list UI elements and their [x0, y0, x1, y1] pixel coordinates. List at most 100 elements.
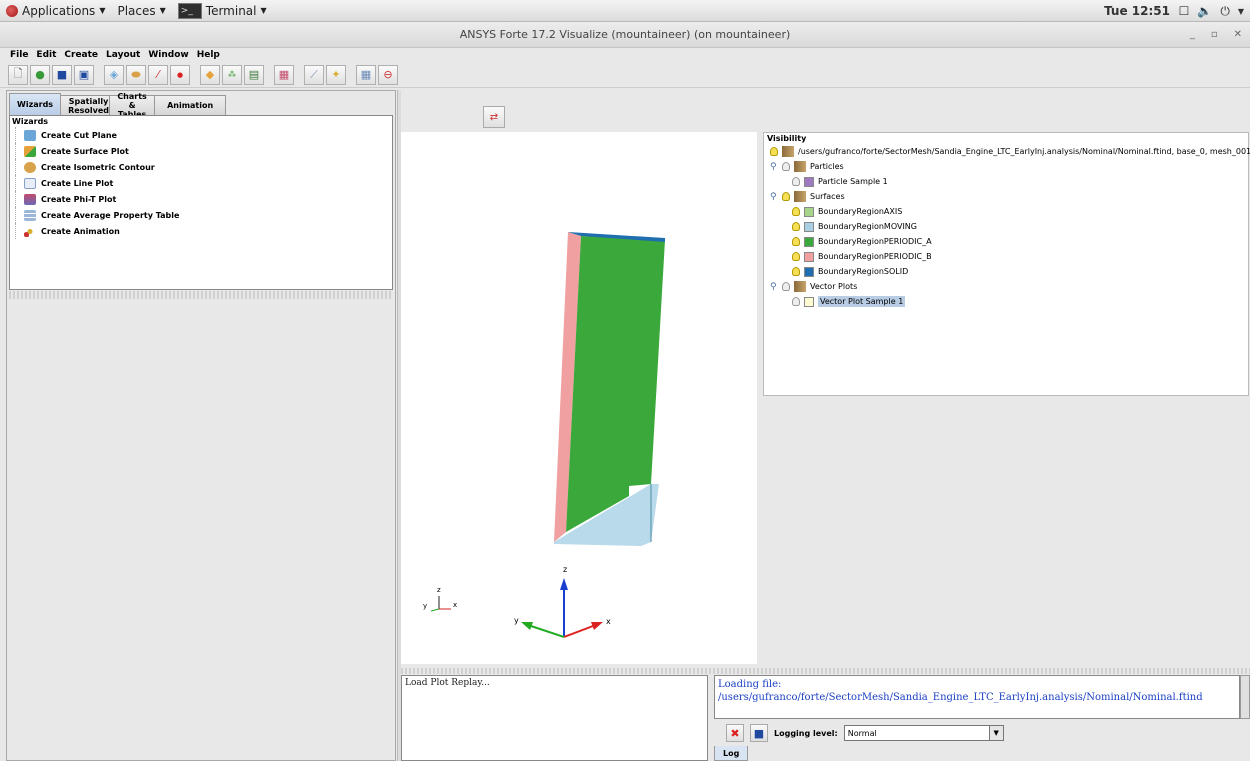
wizard-create-cut-plane[interactable]: Create Cut Plane — [10, 127, 392, 143]
save-button[interactable]: ■ — [52, 64, 72, 85]
cut-plane-button[interactable]: ◈ — [104, 64, 124, 85]
surface-plot-button[interactable]: ◆ — [200, 64, 220, 85]
chevron-down-icon[interactable]: ▼ — [1238, 7, 1244, 16]
terminal-icon: >_ — [177, 2, 202, 19]
lightbulb-icon[interactable] — [792, 252, 800, 261]
menu-create[interactable]: Create — [64, 50, 98, 60]
save-log-button[interactable]: ■ — [750, 724, 768, 742]
delete-table-button[interactable]: ⊖ — [378, 64, 398, 85]
logging-level-select[interactable]: Normal ▼ — [843, 725, 1004, 741]
lightbulb-icon[interactable] — [792, 267, 800, 276]
wizard-label: Create Animation — [41, 226, 120, 236]
menu-help[interactable]: Help — [197, 50, 220, 60]
wizard-create-animation[interactable]: Create Animation — [10, 223, 392, 239]
wizards-list: Wizards Create Cut Plane Create Surface … — [9, 115, 393, 290]
open-file-button[interactable]: ● — [30, 64, 50, 85]
lightbulb-icon[interactable] — [792, 237, 800, 246]
line-plot-button[interactable]: ⟋ — [304, 64, 324, 85]
isometric-contour-icon — [24, 161, 36, 173]
logging-level-value: Normal — [847, 728, 877, 738]
display-icon[interactable]: ☐ — [1179, 4, 1190, 18]
scatter-button[interactable]: ⁂ — [222, 64, 242, 85]
vector-color-swatch — [804, 296, 814, 307]
expand-icon[interactable]: ⚲ — [770, 282, 778, 292]
left-splitter[interactable] — [9, 291, 393, 299]
wizard-create-isometric-contour[interactable]: Create Isometric Contour — [10, 159, 392, 175]
replay-panel[interactable]: Load Plot Replay... — [401, 675, 708, 761]
menu-edit[interactable]: Edit — [36, 50, 56, 60]
surface-icon: ◆ — [205, 68, 215, 81]
reset-view-button[interactable]: ⇄ — [483, 106, 505, 128]
power-icon[interactable]: ⏻ — [1220, 4, 1230, 19]
save-as-button[interactable]: ▣ — [74, 64, 94, 85]
wizard-create-line-plot[interactable]: Create Line Plot — [10, 175, 392, 191]
applications-menu[interactable]: Applications ▼ — [0, 0, 111, 22]
surface-color-swatch — [804, 236, 814, 247]
tree-node-vector-plots[interactable]: ⚲ Vector Plots — [770, 279, 857, 294]
menu-bar: File Edit Create Layout Window Help — [0, 48, 1250, 62]
places-menu[interactable]: Places ▼ — [111, 0, 171, 22]
cut-plane-icon: ◈ — [109, 68, 119, 81]
particle-color-swatch — [804, 176, 814, 187]
lightbulb-icon[interactable] — [792, 297, 800, 306]
tree-node-surface[interactable]: BoundaryRegionSOLID — [792, 264, 908, 279]
tab-charts-tables[interactable]: Charts & Tables — [109, 92, 156, 119]
terminal-menu[interactable]: >_ Terminal ▼ — [172, 0, 273, 22]
phi-t-button[interactable]: ▦ — [274, 64, 294, 85]
lightbulb-icon[interactable] — [792, 177, 800, 186]
contour-icon: ⬬ — [131, 67, 141, 81]
tab-spatially-resolved[interactable]: Spatially Resolved — [60, 95, 111, 115]
wizards-title: Wizards — [12, 117, 49, 126]
tree-node-surface[interactable]: BoundaryRegionAXIS — [792, 204, 902, 219]
tree-node-vector-sample[interactable]: Vector Plot Sample 1 — [792, 294, 906, 309]
tab-wizards[interactable]: Wizards — [9, 93, 62, 115]
expand-icon[interactable]: ⚲ — [770, 192, 778, 202]
tab-animation[interactable]: Animation — [154, 95, 227, 115]
tree-node-surface[interactable]: BoundaryRegionPERIODIC_B — [792, 249, 932, 264]
menu-window[interactable]: Window — [148, 50, 188, 60]
tree-node-surface[interactable]: BoundaryRegionMOVING — [792, 219, 917, 234]
chart-button[interactable]: ▤ — [244, 64, 264, 85]
lightbulb-icon[interactable] — [792, 207, 800, 216]
system-tray[interactable]: ☐ 🔈 ⏻ ▼ — [1179, 0, 1244, 22]
log-scrollbar[interactable] — [1240, 675, 1250, 719]
clock[interactable]: Tue 12:51 — [1104, 0, 1170, 22]
wizard-label: Create Phi-T Plot — [41, 194, 117, 204]
maximize-button[interactable]: ▫ — [1211, 22, 1218, 48]
tab-log[interactable]: Log — [714, 746, 749, 761]
cut-plane-icon — [24, 129, 36, 141]
tree-node-surfaces[interactable]: ⚲ Surfaces — [770, 189, 845, 204]
tree-node-particles[interactable]: ⚲ Particles — [770, 159, 844, 174]
new-file-button[interactable]: 🗋 — [8, 64, 28, 85]
table-button[interactable]: ▦ — [356, 64, 376, 85]
particle-button[interactable]: ● — [170, 64, 190, 85]
close-button[interactable]: ✕ — [1234, 22, 1242, 48]
3d-canvas[interactable]: z x y z x y — [401, 132, 757, 664]
menu-file[interactable]: File — [10, 50, 28, 60]
horizontal-splitter[interactable] — [401, 668, 1250, 674]
lightbulb-icon[interactable] — [770, 147, 778, 156]
isometric-contour-button[interactable]: ⬬ — [126, 64, 146, 85]
lightbulb-icon[interactable] — [782, 162, 790, 171]
volume-icon[interactable]: 🔈 — [1197, 4, 1212, 18]
lightbulb-icon[interactable] — [782, 282, 790, 291]
minimize-button[interactable]: _ — [1190, 22, 1195, 48]
clear-log-button[interactable]: ✖ — [726, 724, 744, 742]
wizard-label: Create Average Property Table — [41, 210, 180, 220]
surface-color-swatch — [804, 221, 814, 232]
wizard-label: Create Cut Plane — [41, 130, 117, 140]
expand-icon[interactable]: ⚲ — [770, 162, 778, 172]
wizard-create-phi-t-plot[interactable]: Create Phi-T Plot — [10, 191, 392, 207]
tree-root[interactable]: /users/gufranco/forte/SectorMesh/Sandia_… — [770, 144, 1250, 159]
tree-node-surface[interactable]: BoundaryRegionPERIODIC_A — [792, 234, 932, 249]
wizard-create-average-property-table[interactable]: Create Average Property Table — [10, 207, 392, 223]
menu-layout[interactable]: Layout — [106, 50, 140, 60]
wizard-create-surface-plot[interactable]: Create Surface Plot — [10, 143, 392, 159]
tree-node-particle-sample[interactable]: Particle Sample 1 — [792, 174, 888, 189]
log-output[interactable]: Loading file: /users/gufranco/forte/Sect… — [714, 675, 1240, 719]
surface-color-swatch — [804, 266, 814, 277]
lightbulb-icon[interactable] — [782, 192, 790, 201]
vector-plot-button[interactable]: ⁄ — [148, 64, 168, 85]
lightbulb-icon[interactable] — [792, 222, 800, 231]
animation-button[interactable]: ✦ — [326, 64, 346, 85]
